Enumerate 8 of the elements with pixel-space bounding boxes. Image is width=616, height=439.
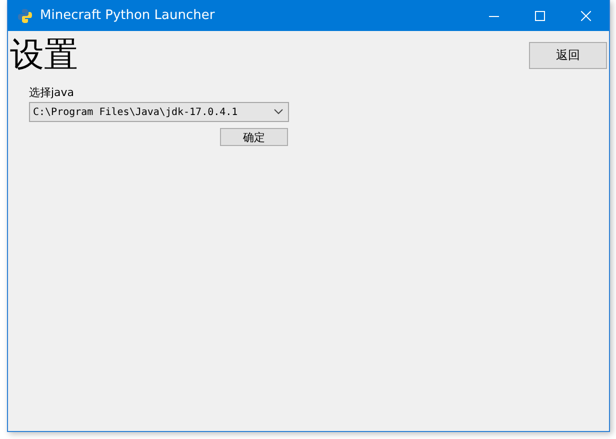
window-title: Minecraft Python Launcher [40,8,215,23]
confirm-button[interactable]: 确定 [220,128,288,146]
java-label: 选择java [29,86,76,100]
caret-icon [274,109,283,115]
page-heading: 设置 [10,35,78,75]
java-dropdown[interactable]: C:\Program Files\Java\jdk-17.0.4.1 [29,102,289,122]
python-logo-icon [17,8,33,24]
back-button[interactable]: 返回 [529,42,607,69]
